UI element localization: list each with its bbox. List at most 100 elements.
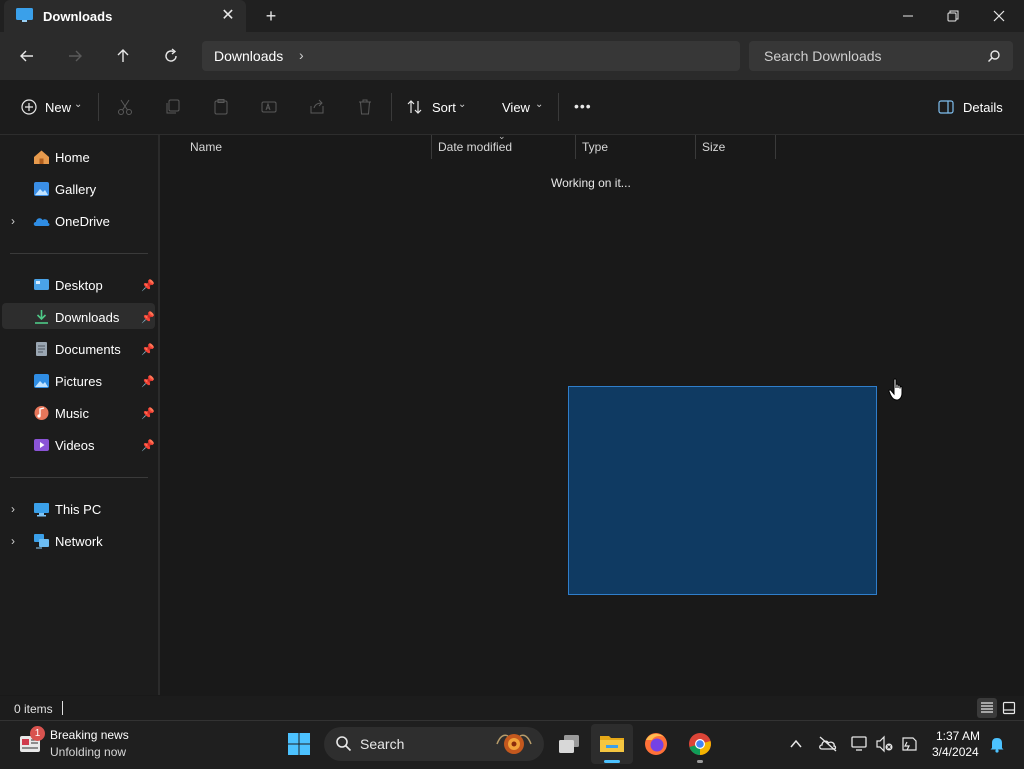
pictures-icon [34, 374, 49, 388]
pin-icon: 📌 [141, 280, 155, 292]
documents-icon [36, 342, 47, 356]
details-pane-icon [938, 100, 954, 114]
column-divider[interactable] [575, 135, 576, 159]
sidebar-item-label: Home [55, 150, 90, 165]
pin-icon: 📌 [141, 312, 155, 324]
new-button[interactable]: New ⌄ [18, 97, 98, 119]
forward-button[interactable] [63, 44, 87, 68]
battery-icon[interactable] [899, 735, 919, 753]
copy-icon[interactable] [164, 98, 182, 116]
task-view-icon[interactable] [556, 732, 582, 756]
sidebar-divider [10, 477, 148, 478]
column-divider[interactable] [695, 135, 696, 159]
sort-button[interactable]: Sort ⌄ [406, 97, 478, 119]
news-subtitle: Unfolding now [50, 745, 127, 759]
download-icon [35, 310, 48, 324]
running-app-indicator [697, 760, 703, 763]
close-icon [993, 10, 1005, 22]
plus-circle-icon [21, 99, 37, 115]
details-pane-button[interactable]: Details [938, 97, 1004, 119]
network-icon [34, 534, 49, 549]
item-count: 0 items [14, 702, 53, 716]
paste-icon[interactable] [212, 98, 230, 116]
speaker-muted-icon[interactable] [875, 735, 895, 753]
home-icon [34, 150, 49, 164]
active-app-indicator [604, 760, 620, 763]
sidebar-item-label: Downloads [55, 310, 120, 325]
share-icon[interactable] [308, 98, 326, 116]
restore-button[interactable] [930, 0, 976, 32]
new-label: New [45, 100, 72, 115]
start-button[interactable] [287, 732, 311, 756]
refresh-icon [165, 48, 177, 62]
toolbar-divider [391, 93, 392, 121]
delete-icon[interactable] [356, 98, 374, 116]
view-label: View [502, 100, 530, 115]
close-window-button[interactable] [976, 0, 1022, 32]
minimize-button[interactable] [885, 0, 931, 32]
rename-icon[interactable] [260, 98, 278, 116]
new-tab-button[interactable]: + [260, 5, 282, 27]
network-status-icon[interactable] [850, 735, 870, 753]
breadcrumb-downloads[interactable]: Downloads [214, 48, 283, 64]
chevron-down-icon: ⌄ [535, 99, 544, 110]
breadcrumb-chevron-icon[interactable]: › [299, 47, 304, 63]
chrome-icon[interactable] [687, 731, 713, 757]
hand-cursor-icon [888, 378, 903, 401]
sidebar-item-label: Pictures [55, 374, 102, 389]
sidebar-item-label: Documents [55, 342, 121, 357]
cut-icon[interactable] [116, 98, 134, 116]
column-header-name[interactable]: Name [190, 140, 222, 154]
clock-date[interactable]: 3/4/2024 [932, 745, 979, 759]
up-button[interactable] [111, 44, 135, 68]
tab-downloads[interactable] [4, 0, 246, 32]
up-arrow-icon [117, 49, 129, 62]
tiles-view-button[interactable] [999, 698, 1019, 718]
sidebar-item-label: Gallery [55, 182, 97, 197]
details-view-button[interactable] [977, 698, 997, 718]
column-header-type[interactable]: Type [582, 140, 608, 154]
drag-selection-rectangle [568, 386, 877, 595]
clock-time[interactable]: 1:37 AM [936, 729, 980, 743]
status-divider [62, 701, 63, 715]
column-header-date-modified[interactable]: Date modified [438, 140, 512, 154]
back-arrow-icon [20, 50, 33, 62]
chevron-down-icon: ⌄ [74, 99, 83, 110]
desktop-icon [34, 279, 49, 290]
sidebar-divider [10, 253, 148, 254]
search-highlight-icon [496, 734, 532, 754]
see-more-button[interactable]: ••• [574, 98, 592, 114]
sidebar-item-label: Desktop [55, 278, 103, 293]
pin-icon: 📌 [141, 344, 155, 356]
back-button[interactable] [15, 44, 39, 68]
view-button[interactable]: View ⌄ [502, 97, 550, 119]
sidebar-item-label: Videos [55, 438, 95, 453]
chevron-down-icon: ⌄ [458, 99, 467, 110]
tiles-view-icon [1002, 701, 1016, 715]
pin-icon: 📌 [141, 376, 155, 388]
column-divider[interactable] [775, 135, 776, 159]
firefox-icon[interactable] [643, 731, 669, 757]
taskbar-search-label: Search [360, 736, 405, 752]
sidebar-item-label: OneDrive [55, 214, 110, 229]
videos-icon [34, 439, 49, 451]
forward-arrow-icon [69, 50, 82, 62]
notification-bell-icon[interactable] [988, 735, 1006, 753]
minimize-icon [903, 15, 913, 17]
chevron-up-icon[interactable] [789, 737, 803, 751]
pin-icon: 📌 [141, 408, 155, 420]
refresh-button[interactable] [159, 44, 183, 68]
column-divider[interactable] [431, 135, 432, 159]
search-icon [988, 50, 1000, 62]
tab-title: Downloads [43, 9, 113, 24]
search-icon [336, 736, 352, 752]
onedrive-offline-icon[interactable] [818, 735, 838, 753]
tab-close-button[interactable]: ✕ [218, 6, 238, 26]
notification-badge: 1 [30, 726, 45, 741]
sidebar-item-label: Network [55, 534, 103, 549]
search-input[interactable]: Search Downloads [764, 48, 882, 64]
column-header-size[interactable]: Size [702, 140, 725, 154]
toolbar-divider [558, 93, 559, 121]
status-bar [0, 696, 1024, 720]
sidebar-item-label: Music [55, 406, 89, 421]
